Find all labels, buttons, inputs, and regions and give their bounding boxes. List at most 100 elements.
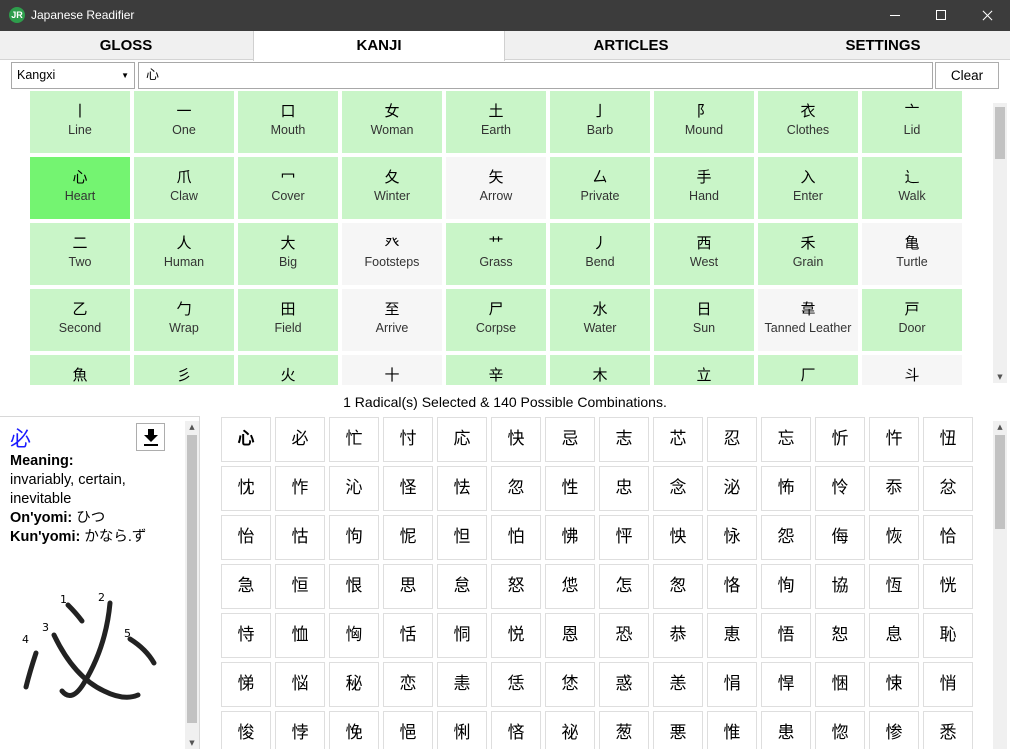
kanji-result-cell[interactable]: 忸 (923, 417, 973, 462)
radical-cell[interactable]: 矢 Arrow (446, 157, 546, 219)
radical-cell[interactable]: 夂 Winter (342, 157, 442, 219)
kanji-result-cell[interactable]: 必 (275, 417, 325, 462)
kanji-result-cell[interactable]: 怕 (491, 515, 541, 560)
kanji-result-cell[interactable]: 怐 (329, 515, 379, 560)
kanji-result-cell[interactable]: 怪 (383, 466, 433, 511)
kanji-result-cell[interactable]: 侮 (815, 515, 865, 560)
kanji-result-cell[interactable]: 恐 (599, 613, 649, 658)
kanji-result-cell[interactable]: 恰 (923, 515, 973, 560)
kanji-result-cell[interactable]: 怺 (707, 515, 757, 560)
kanji-result-cell[interactable]: 忤 (869, 417, 919, 462)
kanji-result-cell[interactable]: 忝 (869, 466, 919, 511)
radical-cell[interactable]: 女 Woman (342, 91, 442, 153)
radical-cell[interactable]: 辶 Walk (862, 157, 962, 219)
info-scrollbar[interactable]: ▲ ▼ (185, 421, 199, 749)
radical-scrollbar-thumb[interactable] (995, 107, 1005, 159)
radical-cell[interactable]: 彡 (134, 355, 234, 385)
kanji-result-cell[interactable]: 恂 (761, 564, 811, 609)
kanji-result-cell[interactable]: 患 (761, 711, 811, 749)
radical-cell[interactable]: 土 Earth (446, 91, 546, 153)
radical-search-input[interactable]: 心 (138, 62, 933, 89)
radical-cell[interactable]: 一 One (134, 91, 234, 153)
radical-cell[interactable]: 亠 Lid (862, 91, 962, 153)
minimize-button[interactable] (872, 0, 918, 31)
kanji-result-cell[interactable]: 協 (815, 564, 865, 609)
kanji-result-cell[interactable]: 芯 (653, 417, 703, 462)
kanji-result-cell[interactable]: 悄 (923, 662, 973, 707)
info-kanji[interactable]: 必 (10, 423, 31, 453)
radical-cell[interactable]: 魚 (30, 355, 130, 385)
kanji-result-cell[interactable]: 怒 (491, 564, 541, 609)
kanji-result-cell[interactable]: 忿 (923, 466, 973, 511)
kanji-result-cell[interactable]: 恤 (275, 613, 325, 658)
kanji-result-cell[interactable]: 恬 (383, 613, 433, 658)
kanji-result-cell[interactable]: 志 (599, 417, 649, 462)
kanji-result-cell[interactable]: 惑 (599, 662, 649, 707)
tab-articles[interactable]: ARTICLES (505, 31, 757, 60)
kanji-result-cell[interactable]: 忙 (329, 417, 379, 462)
kanji-result-cell[interactable]: 沁 (329, 466, 379, 511)
radical-cell[interactable]: 心 Heart (30, 157, 130, 219)
kanji-result-cell[interactable]: 悃 (815, 662, 865, 707)
radical-cell[interactable]: 艹 Grass (446, 223, 546, 285)
kanji-result-cell[interactable]: 悗 (329, 711, 379, 749)
kanji-result-cell[interactable]: 悒 (383, 711, 433, 749)
kanji-scrollbar-thumb[interactable] (995, 435, 1005, 529)
kanji-result-cell[interactable]: 恆 (869, 564, 919, 609)
kanji-result-cell[interactable]: 恵 (707, 613, 757, 658)
radical-cell[interactable]: 丨 Line (30, 91, 130, 153)
kanji-result-cell[interactable]: 忖 (383, 417, 433, 462)
kanji-result-cell[interactable]: 怩 (383, 515, 433, 560)
kanji-result-cell[interactable]: 怯 (437, 466, 487, 511)
radical-cell[interactable]: 勹 Wrap (134, 289, 234, 351)
radical-cell[interactable]: 癶 Footsteps (342, 223, 442, 285)
kanji-result-cell[interactable]: 恪 (707, 564, 757, 609)
kanji-scrollbar[interactable]: ▲ (993, 421, 1007, 749)
clear-button[interactable]: Clear (935, 62, 999, 89)
kanji-result-cell[interactable]: 悋 (491, 711, 541, 749)
scroll-up-icon[interactable]: ▲ (993, 421, 1007, 433)
kanji-result-cell[interactable]: 怹 (545, 564, 595, 609)
kanji-result-cell[interactable]: 恫 (437, 613, 487, 658)
kanji-result-cell[interactable]: 恥 (923, 613, 973, 658)
kanji-result-cell[interactable]: 忌 (545, 417, 595, 462)
tab-settings[interactable]: SETTINGS (757, 31, 1009, 60)
kanji-result-cell[interactable]: 怨 (761, 515, 811, 560)
kanji-result-cell[interactable]: 恷 (545, 662, 595, 707)
kanji-result-cell[interactable]: 恁 (491, 662, 541, 707)
kanji-result-cell[interactable]: 悚 (869, 662, 919, 707)
maximize-button[interactable] (918, 0, 964, 31)
radical-cell[interactable]: 亅 Barb (550, 91, 650, 153)
kanji-result-cell[interactable]: 怎 (599, 564, 649, 609)
kanji-result-cell[interactable]: 恋 (383, 662, 433, 707)
kanji-result-cell[interactable]: 忍 (707, 417, 757, 462)
kanji-result-cell[interactable]: 恙 (653, 662, 703, 707)
kanji-result-cell[interactable]: 怠 (437, 564, 487, 609)
kanji-result-cell[interactable]: 悉 (923, 711, 973, 749)
kanji-result-cell[interactable]: 惚 (815, 711, 865, 749)
kanji-result-cell[interactable]: 恩 (545, 613, 595, 658)
radical-cell[interactable]: 水 Water (550, 289, 650, 351)
kanji-result-cell[interactable]: 悖 (275, 711, 325, 749)
radical-cell[interactable]: 田 Field (238, 289, 338, 351)
kanji-result-cell[interactable]: 恒 (275, 564, 325, 609)
radical-cell[interactable]: 手 Hand (654, 157, 754, 219)
radical-cell[interactable]: 尸 Corpse (446, 289, 546, 351)
kanji-result-cell[interactable]: 忻 (815, 417, 865, 462)
download-button[interactable] (136, 423, 165, 451)
radical-cell[interactable]: 亀 Turtle (862, 223, 962, 285)
kanji-result-cell[interactable]: 怏 (653, 515, 703, 560)
kanji-result-cell[interactable]: 恚 (437, 662, 487, 707)
kanji-result-cell[interactable]: 怙 (275, 515, 325, 560)
kanji-result-cell[interactable]: 恕 (815, 613, 865, 658)
kanji-result-cell[interactable]: 恍 (923, 564, 973, 609)
kanji-result-cell[interactable]: 忱 (221, 466, 271, 511)
radical-cell[interactable]: 立 (654, 355, 754, 385)
kanji-result-cell[interactable]: 忽 (491, 466, 541, 511)
kanji-result-cell[interactable]: 怜 (815, 466, 865, 511)
kanji-result-cell[interactable]: 秘 (329, 662, 379, 707)
kanji-result-cell[interactable]: 惨 (869, 711, 919, 749)
kanji-result-cell[interactable]: 怱 (653, 564, 703, 609)
kanji-result-cell[interactable]: 思 (383, 564, 433, 609)
scroll-up-icon[interactable]: ▲ (185, 421, 199, 433)
